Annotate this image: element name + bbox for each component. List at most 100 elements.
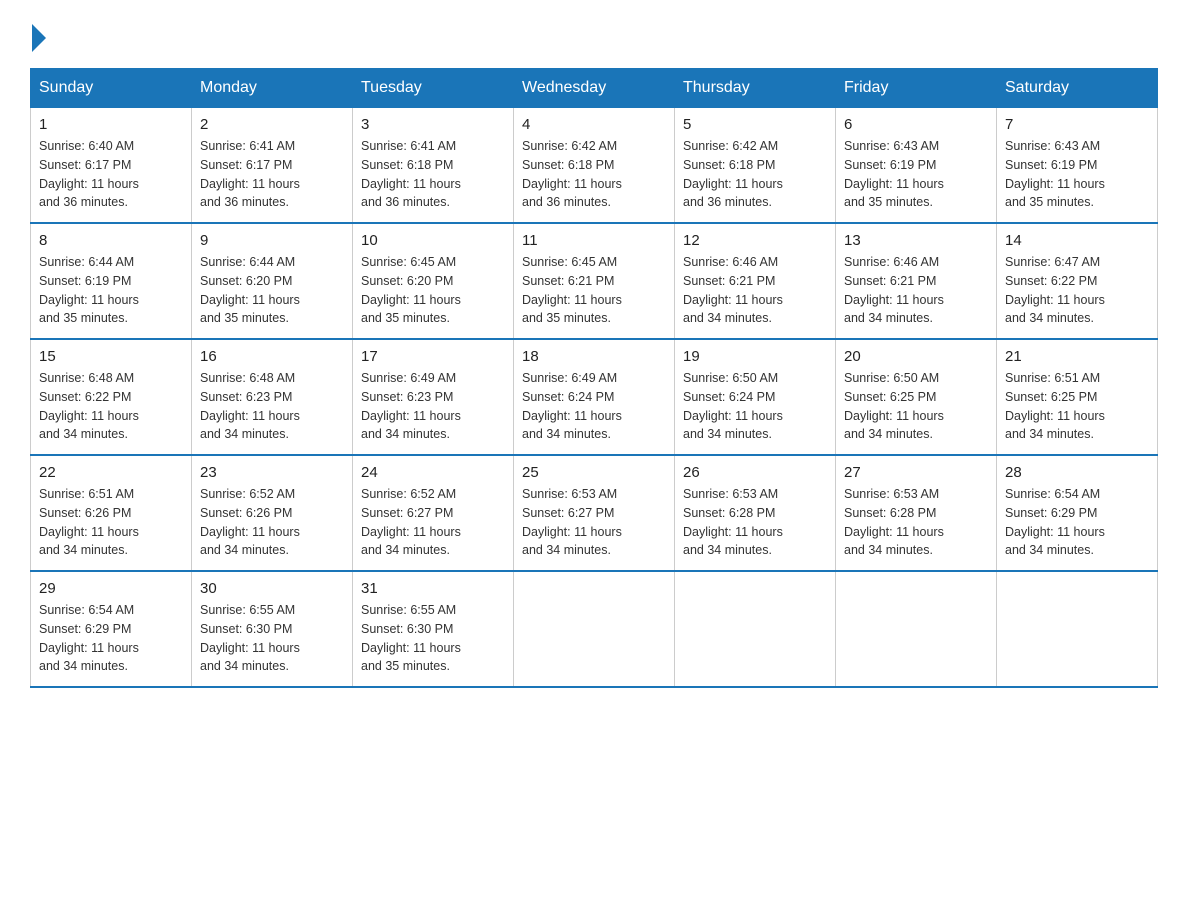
calendar-cell: 10 Sunrise: 6:45 AM Sunset: 6:20 PM Dayl… — [353, 223, 514, 339]
header-sunday: Sunday — [31, 69, 192, 108]
day-number: 19 — [683, 348, 827, 365]
day-info: Sunrise: 6:49 AM Sunset: 6:24 PM Dayligh… — [522, 369, 666, 444]
logo-arrow-icon — [32, 24, 46, 52]
calendar-week-row: 8 Sunrise: 6:44 AM Sunset: 6:19 PM Dayli… — [31, 223, 1158, 339]
day-number: 18 — [522, 348, 666, 365]
day-info: Sunrise: 6:53 AM Sunset: 6:28 PM Dayligh… — [683, 485, 827, 560]
calendar-cell: 15 Sunrise: 6:48 AM Sunset: 6:22 PM Dayl… — [31, 339, 192, 455]
header-thursday: Thursday — [675, 69, 836, 108]
day-info: Sunrise: 6:45 AM Sunset: 6:20 PM Dayligh… — [361, 253, 505, 328]
calendar-cell: 21 Sunrise: 6:51 AM Sunset: 6:25 PM Dayl… — [997, 339, 1158, 455]
day-info: Sunrise: 6:54 AM Sunset: 6:29 PM Dayligh… — [39, 601, 183, 676]
page-header — [30, 20, 1158, 48]
day-info: Sunrise: 6:44 AM Sunset: 6:20 PM Dayligh… — [200, 253, 344, 328]
day-info: Sunrise: 6:46 AM Sunset: 6:21 PM Dayligh… — [844, 253, 988, 328]
day-number: 22 — [39, 464, 183, 481]
day-info: Sunrise: 6:43 AM Sunset: 6:19 PM Dayligh… — [844, 137, 988, 212]
day-info: Sunrise: 6:51 AM Sunset: 6:26 PM Dayligh… — [39, 485, 183, 560]
day-number: 25 — [522, 464, 666, 481]
day-number: 16 — [200, 348, 344, 365]
day-info: Sunrise: 6:41 AM Sunset: 6:17 PM Dayligh… — [200, 137, 344, 212]
calendar-cell: 5 Sunrise: 6:42 AM Sunset: 6:18 PM Dayli… — [675, 108, 836, 224]
calendar-cell: 11 Sunrise: 6:45 AM Sunset: 6:21 PM Dayl… — [514, 223, 675, 339]
day-number: 15 — [39, 348, 183, 365]
calendar-cell: 3 Sunrise: 6:41 AM Sunset: 6:18 PM Dayli… — [353, 108, 514, 224]
calendar-header-row: SundayMondayTuesdayWednesdayThursdayFrid… — [31, 69, 1158, 108]
day-info: Sunrise: 6:49 AM Sunset: 6:23 PM Dayligh… — [361, 369, 505, 444]
calendar-cell: 16 Sunrise: 6:48 AM Sunset: 6:23 PM Dayl… — [192, 339, 353, 455]
day-info: Sunrise: 6:45 AM Sunset: 6:21 PM Dayligh… — [522, 253, 666, 328]
day-number: 23 — [200, 464, 344, 481]
day-info: Sunrise: 6:48 AM Sunset: 6:23 PM Dayligh… — [200, 369, 344, 444]
day-number: 13 — [844, 232, 988, 249]
header-friday: Friday — [836, 69, 997, 108]
day-number: 8 — [39, 232, 183, 249]
day-number: 4 — [522, 116, 666, 133]
calendar-cell: 18 Sunrise: 6:49 AM Sunset: 6:24 PM Dayl… — [514, 339, 675, 455]
day-info: Sunrise: 6:42 AM Sunset: 6:18 PM Dayligh… — [522, 137, 666, 212]
day-number: 17 — [361, 348, 505, 365]
day-number: 31 — [361, 580, 505, 597]
header-tuesday: Tuesday — [353, 69, 514, 108]
day-info: Sunrise: 6:41 AM Sunset: 6:18 PM Dayligh… — [361, 137, 505, 212]
day-number: 7 — [1005, 116, 1149, 133]
day-number: 14 — [1005, 232, 1149, 249]
day-info: Sunrise: 6:50 AM Sunset: 6:24 PM Dayligh… — [683, 369, 827, 444]
day-number: 21 — [1005, 348, 1149, 365]
header-monday: Monday — [192, 69, 353, 108]
day-number: 24 — [361, 464, 505, 481]
calendar-cell: 1 Sunrise: 6:40 AM Sunset: 6:17 PM Dayli… — [31, 108, 192, 224]
header-wednesday: Wednesday — [514, 69, 675, 108]
calendar-cell: 22 Sunrise: 6:51 AM Sunset: 6:26 PM Dayl… — [31, 455, 192, 571]
calendar-cell: 19 Sunrise: 6:50 AM Sunset: 6:24 PM Dayl… — [675, 339, 836, 455]
calendar-cell: 14 Sunrise: 6:47 AM Sunset: 6:22 PM Dayl… — [997, 223, 1158, 339]
day-number: 1 — [39, 116, 183, 133]
day-number: 6 — [844, 116, 988, 133]
calendar-cell — [514, 571, 675, 687]
calendar-cell: 30 Sunrise: 6:55 AM Sunset: 6:30 PM Dayl… — [192, 571, 353, 687]
day-number: 30 — [200, 580, 344, 597]
day-info: Sunrise: 6:53 AM Sunset: 6:27 PM Dayligh… — [522, 485, 666, 560]
day-info: Sunrise: 6:53 AM Sunset: 6:28 PM Dayligh… — [844, 485, 988, 560]
calendar-cell: 20 Sunrise: 6:50 AM Sunset: 6:25 PM Dayl… — [836, 339, 997, 455]
day-info: Sunrise: 6:48 AM Sunset: 6:22 PM Dayligh… — [39, 369, 183, 444]
day-info: Sunrise: 6:52 AM Sunset: 6:27 PM Dayligh… — [361, 485, 505, 560]
calendar-week-row: 15 Sunrise: 6:48 AM Sunset: 6:22 PM Dayl… — [31, 339, 1158, 455]
calendar-cell: 29 Sunrise: 6:54 AM Sunset: 6:29 PM Dayl… — [31, 571, 192, 687]
calendar-cell: 4 Sunrise: 6:42 AM Sunset: 6:18 PM Dayli… — [514, 108, 675, 224]
calendar-cell: 24 Sunrise: 6:52 AM Sunset: 6:27 PM Dayl… — [353, 455, 514, 571]
day-number: 26 — [683, 464, 827, 481]
calendar-cell: 8 Sunrise: 6:44 AM Sunset: 6:19 PM Dayli… — [31, 223, 192, 339]
calendar-cell: 27 Sunrise: 6:53 AM Sunset: 6:28 PM Dayl… — [836, 455, 997, 571]
day-number: 28 — [1005, 464, 1149, 481]
day-info: Sunrise: 6:47 AM Sunset: 6:22 PM Dayligh… — [1005, 253, 1149, 328]
calendar-cell — [997, 571, 1158, 687]
day-number: 3 — [361, 116, 505, 133]
calendar-cell: 7 Sunrise: 6:43 AM Sunset: 6:19 PM Dayli… — [997, 108, 1158, 224]
calendar-week-row: 22 Sunrise: 6:51 AM Sunset: 6:26 PM Dayl… — [31, 455, 1158, 571]
day-info: Sunrise: 6:54 AM Sunset: 6:29 PM Dayligh… — [1005, 485, 1149, 560]
calendar-cell: 6 Sunrise: 6:43 AM Sunset: 6:19 PM Dayli… — [836, 108, 997, 224]
calendar-week-row: 29 Sunrise: 6:54 AM Sunset: 6:29 PM Dayl… — [31, 571, 1158, 687]
header-saturday: Saturday — [997, 69, 1158, 108]
day-info: Sunrise: 6:55 AM Sunset: 6:30 PM Dayligh… — [200, 601, 344, 676]
calendar-cell: 28 Sunrise: 6:54 AM Sunset: 6:29 PM Dayl… — [997, 455, 1158, 571]
logo — [30, 20, 46, 48]
calendar-cell: 31 Sunrise: 6:55 AM Sunset: 6:30 PM Dayl… — [353, 571, 514, 687]
calendar-cell: 26 Sunrise: 6:53 AM Sunset: 6:28 PM Dayl… — [675, 455, 836, 571]
day-number: 27 — [844, 464, 988, 481]
calendar-cell: 9 Sunrise: 6:44 AM Sunset: 6:20 PM Dayli… — [192, 223, 353, 339]
calendar-cell — [675, 571, 836, 687]
day-number: 12 — [683, 232, 827, 249]
day-number: 9 — [200, 232, 344, 249]
day-info: Sunrise: 6:51 AM Sunset: 6:25 PM Dayligh… — [1005, 369, 1149, 444]
day-number: 5 — [683, 116, 827, 133]
day-info: Sunrise: 6:40 AM Sunset: 6:17 PM Dayligh… — [39, 137, 183, 212]
day-info: Sunrise: 6:42 AM Sunset: 6:18 PM Dayligh… — [683, 137, 827, 212]
day-info: Sunrise: 6:46 AM Sunset: 6:21 PM Dayligh… — [683, 253, 827, 328]
day-info: Sunrise: 6:55 AM Sunset: 6:30 PM Dayligh… — [361, 601, 505, 676]
day-number: 29 — [39, 580, 183, 597]
day-number: 10 — [361, 232, 505, 249]
calendar-table: SundayMondayTuesdayWednesdayThursdayFrid… — [30, 68, 1158, 688]
calendar-cell: 2 Sunrise: 6:41 AM Sunset: 6:17 PM Dayli… — [192, 108, 353, 224]
